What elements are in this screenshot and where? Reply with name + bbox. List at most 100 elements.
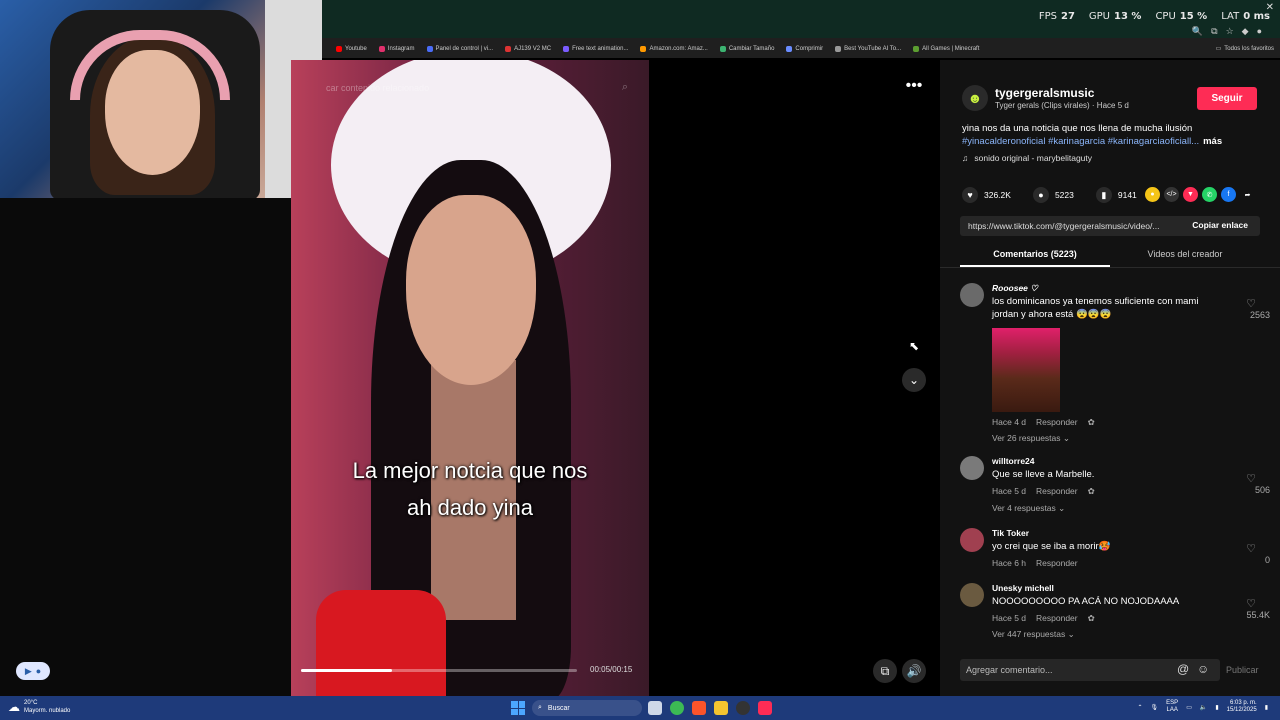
bookmark-amazon[interactable]: Amazon.com: Amaz... bbox=[640, 46, 708, 52]
battery-icon[interactable]: ▮ bbox=[1215, 704, 1218, 711]
whatsapp-icon[interactable]: ✆ bbox=[1202, 187, 1217, 202]
comment-like[interactable]: ♡ 0 bbox=[1230, 542, 1270, 565]
comment-item: Unesky michell NOOOOOOOOO PA ACÁ NO NOJO… bbox=[960, 583, 1270, 643]
reply-button[interactable]: Responder bbox=[1036, 558, 1078, 568]
tab-creator-videos[interactable]: Videos del creador bbox=[1110, 249, 1260, 259]
copy-link-button[interactable]: Copiar enlace bbox=[1192, 220, 1248, 230]
bookmark-compress[interactable]: Comprimir bbox=[786, 46, 823, 52]
bookmark-aj139[interactable]: AJ139 V2 MC bbox=[505, 46, 551, 52]
avatar[interactable] bbox=[960, 283, 984, 307]
network-icon[interactable]: ▭ bbox=[1186, 704, 1192, 711]
more-button[interactable]: más bbox=[1203, 136, 1222, 147]
bookmark-icon[interactable]: ▮ bbox=[1095, 187, 1112, 203]
emoji-icon[interactable]: ☺ bbox=[1197, 662, 1209, 676]
obs-icon[interactable] bbox=[736, 701, 750, 715]
mention-icon[interactable]: @ bbox=[1177, 662, 1189, 676]
send-icon[interactable]: ▼ bbox=[1183, 187, 1198, 202]
comment-time: Hace 6 h bbox=[992, 558, 1027, 568]
creator-liked-icon: ✿ bbox=[1087, 613, 1095, 623]
avatar[interactable] bbox=[960, 528, 984, 552]
heart-outline-icon[interactable]: ♡ bbox=[1230, 297, 1256, 310]
coin-icon[interactable]: ● bbox=[1145, 187, 1160, 202]
taskbar-search[interactable]: ⌕ Buscar bbox=[532, 700, 642, 716]
related-search-input[interactable]: car contenido relacionado ⌕ bbox=[322, 78, 634, 98]
taskbar-apps bbox=[648, 701, 772, 715]
view-replies-button[interactable]: Ver 26 respuestas ⌄ bbox=[992, 433, 1070, 444]
video-player[interactable] bbox=[291, 60, 649, 696]
file-explorer-icon[interactable] bbox=[714, 701, 728, 715]
follow-button[interactable]: Seguir bbox=[1197, 87, 1257, 110]
reply-button[interactable]: Responder bbox=[1036, 417, 1078, 428]
search-icon[interactable]: ⌕ bbox=[622, 81, 628, 94]
brave-icon[interactable] bbox=[692, 701, 706, 715]
bookmark-panel[interactable]: Panel de control | vi... bbox=[426, 46, 493, 52]
heart-icon[interactable]: ♥ bbox=[962, 187, 978, 203]
reply-button[interactable]: Responder bbox=[1036, 486, 1078, 497]
speaker-icon[interactable]: 🔈 bbox=[1200, 704, 1207, 711]
comment-like[interactable]: ♡ 2563 bbox=[1230, 297, 1270, 320]
next-video-button[interactable]: ⌄ bbox=[902, 368, 926, 392]
previous-video-button[interactable]: ⬉ bbox=[902, 334, 926, 358]
view-replies-button[interactable]: Ver 447 respuestas ⌄ bbox=[992, 629, 1075, 640]
share-icon[interactable]: ⧉ bbox=[1211, 26, 1217, 37]
profile-icon[interactable]: ● bbox=[1257, 26, 1262, 37]
weather-widget[interactable]: ☁ 20°C Mayorm. nublado bbox=[8, 699, 70, 715]
avatar[interactable] bbox=[960, 456, 984, 480]
comment-like[interactable]: ♡ 506 bbox=[1230, 472, 1270, 495]
post-url-field[interactable]: https://www.tiktok.com/@tygergeralsmusic… bbox=[960, 216, 1260, 236]
creator-username[interactable]: tygergeralsmusic bbox=[995, 86, 1094, 100]
chevron-up-icon[interactable]: ⌃ bbox=[1138, 704, 1143, 711]
comment-image[interactable] bbox=[992, 328, 1060, 412]
extension-icon[interactable]: ◆ bbox=[1242, 26, 1249, 37]
comment-icon[interactable]: ● bbox=[1032, 187, 1049, 203]
gpu-stat: GPU 13 % bbox=[1088, 11, 1142, 22]
comment-author[interactable]: Tik Toker bbox=[992, 528, 1029, 538]
creator-avatar[interactable]: ☻ bbox=[962, 85, 988, 111]
notification-icon[interactable]: ▮ bbox=[1265, 704, 1268, 711]
chrome-icon[interactable] bbox=[670, 701, 684, 715]
view-replies-button[interactable]: Ver 4 respuestas ⌄ bbox=[992, 503, 1065, 514]
bookmark-youtube-ai[interactable]: Best YouTube AI To... bbox=[835, 46, 901, 52]
sound-link[interactable]: ♫ sonido original - marybelitaguty bbox=[962, 153, 1092, 163]
comment-meta: Hace 6 h Responder bbox=[992, 558, 1078, 568]
heart-outline-icon[interactable]: ♡ bbox=[1230, 542, 1256, 555]
bookmark-youtube[interactable]: Youtube bbox=[336, 46, 367, 52]
avatar[interactable] bbox=[960, 583, 984, 607]
publish-button[interactable]: Publicar bbox=[1226, 665, 1259, 675]
text-animation-icon bbox=[563, 46, 570, 52]
video-progress-bar[interactable] bbox=[301, 669, 577, 672]
tiktok-icon[interactable] bbox=[758, 701, 772, 715]
comment-author[interactable]: Rooosee ♡ bbox=[992, 283, 1038, 294]
microphone-icon[interactable]: 🎙 bbox=[1151, 704, 1159, 711]
language-indicator[interactable]: ESP LAA bbox=[1166, 700, 1178, 714]
bookmark-minecraft[interactable]: All Games | Minecraft bbox=[913, 46, 979, 52]
comment-author[interactable]: willtorre24 bbox=[992, 456, 1035, 466]
more-options-button[interactable]: ••• bbox=[902, 74, 926, 98]
share-buttons: ● </> ▼ ✆ f ➦ bbox=[1145, 187, 1255, 202]
bookmark-instagram[interactable]: Instagram bbox=[378, 46, 415, 52]
reply-button[interactable]: Responder bbox=[1036, 613, 1078, 624]
embed-icon[interactable]: </> bbox=[1164, 187, 1179, 202]
clock[interactable]: 6:03 p. m. 15/12/2025 bbox=[1227, 700, 1257, 714]
tab-comments[interactable]: Comentarios (5223) bbox=[960, 249, 1110, 259]
task-view-icon[interactable] bbox=[648, 701, 662, 715]
all-bookmarks[interactable]: ▭ Todos los favoritos bbox=[1216, 45, 1274, 53]
creator-liked-icon: ✿ bbox=[1087, 486, 1095, 496]
bookmark-resize[interactable]: Cambiar Tamaño bbox=[719, 46, 774, 52]
comment-like[interactable]: ♡ 55.4K bbox=[1230, 597, 1270, 620]
facebook-icon[interactable]: f bbox=[1221, 187, 1236, 202]
picture-in-picture-button[interactable]: ⧉ bbox=[873, 659, 897, 683]
star-icon[interactable]: ☆ bbox=[1226, 26, 1234, 37]
start-button[interactable] bbox=[511, 701, 525, 715]
ai-tool-icon bbox=[835, 46, 842, 52]
volume-button[interactable]: 🔊 bbox=[902, 659, 926, 683]
comment-author[interactable]: Unesky michell bbox=[992, 583, 1054, 593]
camera-toggle[interactable]: ▶ ● bbox=[16, 662, 50, 680]
heart-outline-icon[interactable]: ♡ bbox=[1230, 597, 1256, 610]
share-arrow-icon[interactable]: ➦ bbox=[1240, 187, 1255, 202]
heart-outline-icon[interactable]: ♡ bbox=[1230, 472, 1256, 485]
bookmark-free-text[interactable]: Free text animation... bbox=[563, 46, 628, 52]
hashtags-link[interactable]: #yinacalderonoficial #karinagarcia #kari… bbox=[962, 136, 1199, 147]
post-url-text: https://www.tiktok.com/@tygergeralsmusic… bbox=[968, 221, 1160, 231]
zoom-icon[interactable]: 🔍 bbox=[1192, 26, 1203, 37]
